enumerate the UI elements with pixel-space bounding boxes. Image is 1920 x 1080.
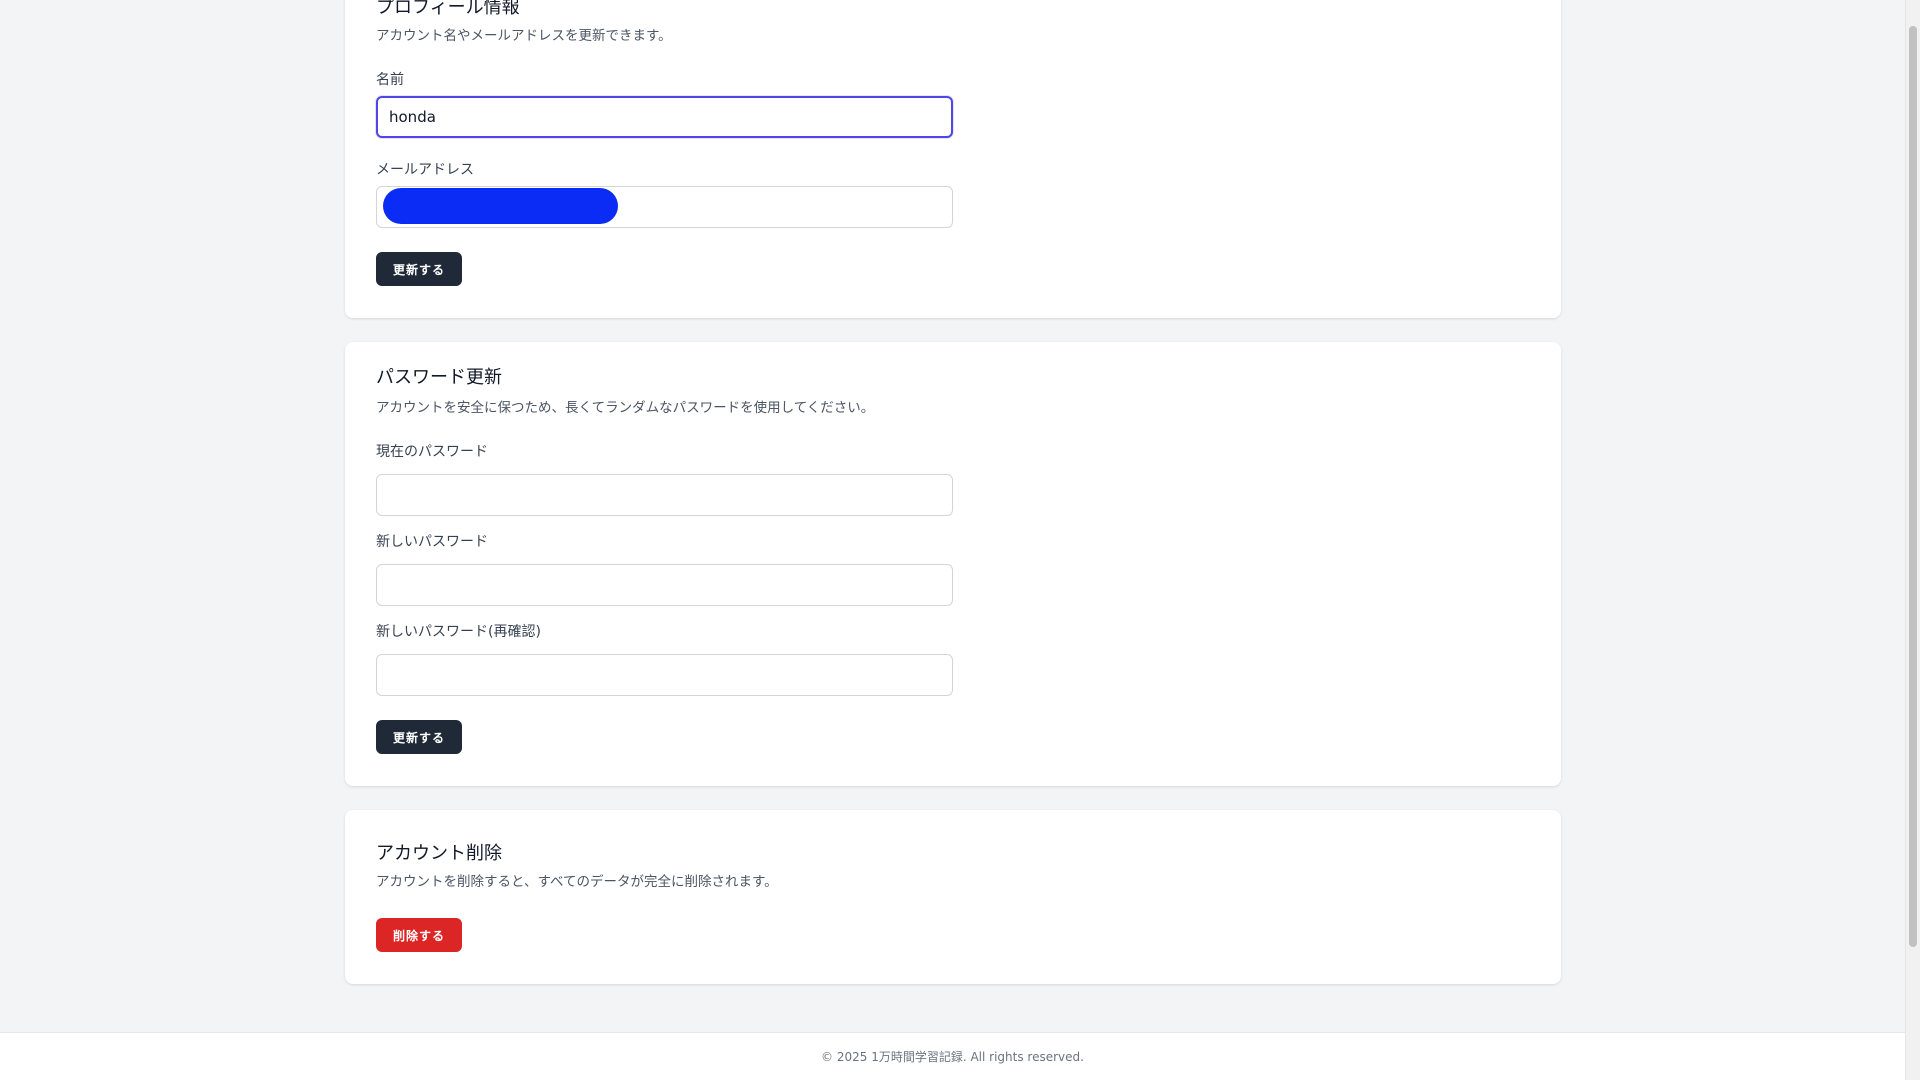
delete-account-description: アカウントを削除すると、すべてのデータが完全に削除されます。 [376,874,778,890]
confirm-password-label: 新しいパスワード(再確認) [376,624,541,640]
new-password-label: 新しいパスワード [376,534,488,550]
page-footer: © 2025 1万時間学習記録. All rights reserved. [0,1032,1905,1080]
email-redaction-overlay [383,188,618,224]
current-password-label: 現在のパスワード [376,444,488,460]
delete-account-button[interactable]: 削除する [376,918,462,952]
password-update-button[interactable]: 更新する [376,720,462,754]
new-password-input[interactable] [376,564,953,606]
profile-update-button[interactable]: 更新する [376,252,462,286]
email-label: メールアドレス [376,162,474,178]
delete-account-title: アカウント削除 [376,843,502,864]
vertical-scrollbar[interactable] [1905,0,1920,1080]
name-input[interactable] [376,96,953,138]
password-card: パスワード更新 アカウントを安全に保つため、長くてランダムなパスワードを使用して… [345,342,1561,786]
profile-description: アカウント名やメールアドレスを更新できます。 [376,28,672,44]
footer-copyright: © 2025 1万時間学習記録. All rights reserved. [821,1050,1084,1064]
delete-account-card: アカウント削除 アカウントを削除すると、すべてのデータが完全に削除されます。 削… [345,810,1561,984]
name-label: 名前 [376,72,404,88]
profile-card: プロフィール情報 アカウント名やメールアドレスを更新できます。 名前 メールアド… [345,0,1561,318]
confirm-password-input[interactable] [376,654,953,696]
password-description: アカウントを安全に保つため、長くてランダムなパスワードを使用してください。 [376,400,875,416]
scrollbar-thumb[interactable] [1909,26,1917,947]
current-password-input[interactable] [376,474,953,516]
email-field-wrapper [376,186,953,228]
main-content: プロフィール情報 アカウント名やメールアドレスを更新できます。 名前 メールアド… [0,0,1905,1032]
profile-title: プロフィール情報 [376,0,520,18]
password-title: パスワード更新 [376,367,502,388]
